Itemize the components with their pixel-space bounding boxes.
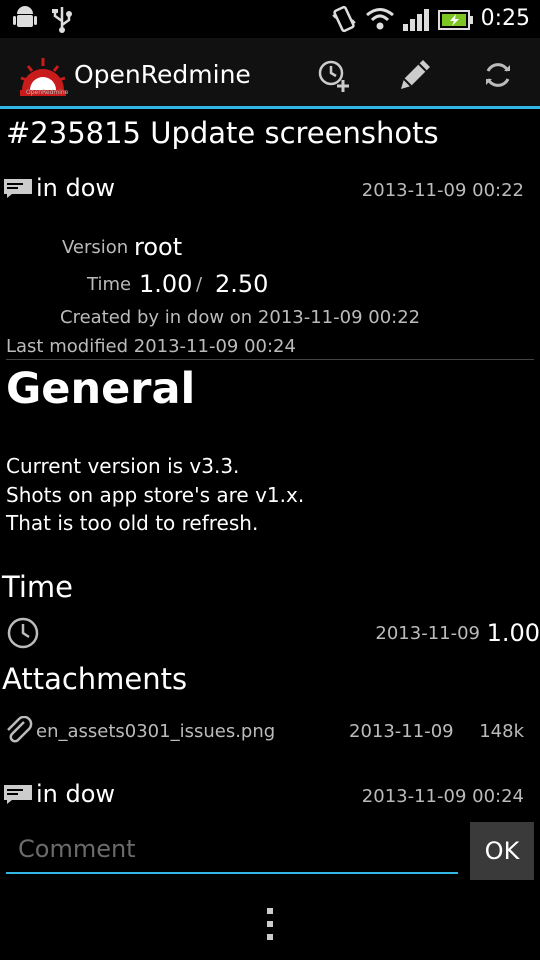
time-label: Time xyxy=(87,274,132,295)
wifi-icon xyxy=(365,6,395,32)
comment-note-icon xyxy=(4,178,34,198)
version-value: root xyxy=(134,233,183,261)
usb-icon xyxy=(50,5,74,33)
app-title: OpenRedmine xyxy=(74,60,251,89)
description-body: Current version is v3.3. Shots on app st… xyxy=(6,452,304,538)
edit-pencil-icon[interactable] xyxy=(395,55,435,95)
description-line: Shots on app store's are v1.x. xyxy=(6,482,305,507)
comment-input[interactable] xyxy=(6,826,458,874)
section-divider xyxy=(6,359,534,360)
status-bar: 0:25 xyxy=(0,0,540,38)
battery-charging-icon xyxy=(438,9,474,31)
journal-author: in dow xyxy=(36,780,116,808)
time-entry-hours: 1.00 xyxy=(486,619,540,647)
journal-date: 2013-11-09 00:24 xyxy=(361,786,524,807)
overflow-menu-icon[interactable] xyxy=(264,906,276,942)
description-line: Current version is v3.3. xyxy=(6,454,240,478)
description-heading: General xyxy=(6,364,196,414)
created-line: Created by in dow on 2013-11-09 00:22 xyxy=(60,307,421,328)
attachment-date: 2013-11-09 xyxy=(349,721,454,742)
time-separator: / xyxy=(196,274,203,295)
issue-title: #235815 Update screenshots xyxy=(6,116,439,150)
issue-author: in dow xyxy=(36,174,116,202)
issue-author-date: 2013-11-09 00:22 xyxy=(361,180,524,201)
logo-caption: OpenRedmine xyxy=(26,89,69,96)
android-debug-icon xyxy=(12,6,38,32)
action-bar-divider xyxy=(0,106,540,109)
time-section-heading: Time xyxy=(2,570,73,604)
time-spent: 1.00 xyxy=(139,270,193,298)
description-line: That is too old to refresh. xyxy=(6,511,259,535)
refresh-icon[interactable] xyxy=(482,59,514,91)
attachments-heading: Attachments xyxy=(2,662,188,696)
comment-note-icon xyxy=(4,784,34,804)
add-time-entry-icon[interactable] xyxy=(316,58,352,94)
paperclip-icon xyxy=(4,716,34,746)
vibrate-icon xyxy=(330,5,358,33)
attachment-size: 148k xyxy=(479,721,524,742)
clock-icon xyxy=(6,616,40,650)
time-estimated: 2.50 xyxy=(215,270,269,298)
modified-line: Last modified 2013-11-09 00:24 xyxy=(6,336,296,357)
signal-icon xyxy=(402,8,430,32)
ok-button[interactable]: OK xyxy=(470,822,534,880)
attachment-filename[interactable]: en_assets0301_issues.png xyxy=(36,721,275,742)
time-entry-date: 2013-11-09 xyxy=(375,623,480,644)
clock: 0:25 xyxy=(480,6,530,31)
version-label: Version xyxy=(62,237,129,258)
